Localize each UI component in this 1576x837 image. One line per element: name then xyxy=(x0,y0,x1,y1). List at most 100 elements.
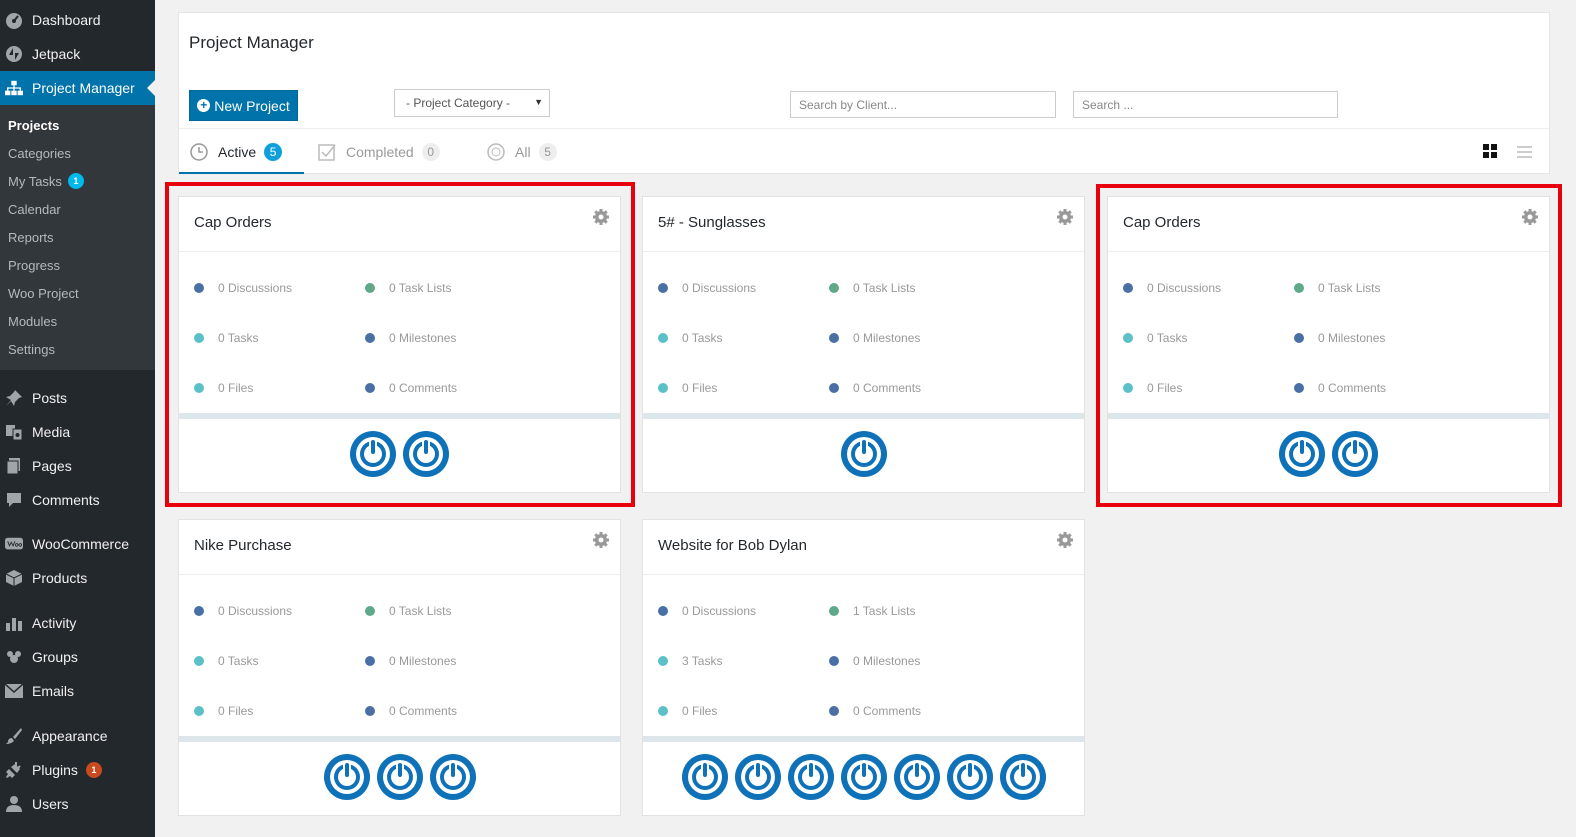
project-stat-files[interactable]: 0 Files xyxy=(194,381,253,395)
project-title[interactable]: Website for Bob Dylan xyxy=(658,537,807,554)
project-stat-files[interactable]: 0 Files xyxy=(1123,381,1182,395)
search-by-client-input[interactable]: Search by Client... xyxy=(790,91,1056,118)
tab-active[interactable]: Active 5 xyxy=(190,141,283,163)
avatar-power-icon[interactable] xyxy=(681,753,729,801)
project-title[interactable]: Nike Purchase xyxy=(194,537,292,554)
avatar-power-icon[interactable] xyxy=(1278,430,1326,478)
project-stat-discussions[interactable]: 0 Discussions xyxy=(194,604,292,618)
avatar-power-icon[interactable] xyxy=(376,753,424,801)
avatar-power-icon[interactable] xyxy=(429,753,477,801)
submenu-item-settings[interactable]: Settings xyxy=(8,335,55,363)
project-stat-milestones[interactable]: 0 Milestones xyxy=(365,654,456,668)
project-stat-comments[interactable]: 0 Comments xyxy=(365,381,457,395)
tab-completed[interactable]: Completed 0 xyxy=(318,141,440,163)
avatar-power-icon[interactable] xyxy=(323,753,371,801)
submenu-item-progress[interactable]: Progress xyxy=(8,251,60,279)
pages-icon xyxy=(5,457,23,475)
project-card[interactable]: Cap Orders 0 Discussions 0 Task Lists 0 Tas… xyxy=(178,196,621,493)
project-stat-comments[interactable]: 0 Comments xyxy=(365,704,457,718)
sidebar-item-users[interactable]: Users xyxy=(0,787,155,821)
project-stat-comments[interactable]: 0 Comments xyxy=(829,381,921,395)
project-stat-task-lists[interactable]: 0 Task Lists xyxy=(365,604,451,618)
submenu-item-woo-project[interactable]: Woo Project xyxy=(8,279,79,307)
project-stat-task-lists[interactable]: 0 Task Lists xyxy=(365,281,451,295)
project-card[interactable]: Cap Orders 0 Discussions 0 Task Lists 0 Tas… xyxy=(1107,196,1550,493)
sidebar-item-activity[interactable]: Activity xyxy=(0,606,155,640)
project-stat-tasks[interactable]: 3 Tasks xyxy=(658,654,722,668)
avatar-power-icon[interactable] xyxy=(734,753,782,801)
avatar-power-icon[interactable] xyxy=(893,753,941,801)
project-stat-files[interactable]: 0 Files xyxy=(658,704,717,718)
project-stat-tasks[interactable]: 0 Tasks xyxy=(194,331,258,345)
project-card[interactable]: 5# - Sunglasses 0 Discussions 0 Task Lists… xyxy=(642,196,1085,493)
project-stat-tasks[interactable]: 0 Tasks xyxy=(1123,331,1187,345)
project-card[interactable]: Website for Bob Dylan 0 Discussions 1 Task… xyxy=(642,519,1085,816)
search-input[interactable]: Search ... xyxy=(1073,91,1338,118)
project-stat-discussions[interactable]: 0 Discussions xyxy=(194,281,292,295)
submenu-item-projects[interactable]: Projects xyxy=(8,111,59,139)
project-stat-files[interactable]: 0 Files xyxy=(194,704,253,718)
gear-icon[interactable] xyxy=(1056,531,1074,549)
card-footer-band xyxy=(643,736,1084,742)
project-stat-tasks[interactable]: 0 Tasks xyxy=(194,654,258,668)
submenu-item-my-tasks[interactable]: My Tasks 1 xyxy=(8,167,84,195)
gear-icon[interactable] xyxy=(1521,208,1539,226)
project-stat-milestones[interactable]: 0 Milestones xyxy=(829,331,920,345)
sidebar-item-emails[interactable]: Emails xyxy=(0,674,155,708)
sidebar-item-plugins[interactable]: Plugins 1 xyxy=(0,753,155,787)
user-icon xyxy=(5,795,23,813)
sidebar-item-pages[interactable]: Pages xyxy=(0,449,155,483)
avatar-power-icon[interactable] xyxy=(840,753,888,801)
sidebar-item-jetpack[interactable]: Jetpack xyxy=(0,37,155,71)
sidebar-item-label: Posts xyxy=(32,390,68,406)
gear-icon[interactable] xyxy=(1056,208,1074,226)
sidebar-item-posts[interactable]: Posts xyxy=(0,381,155,415)
project-title[interactable]: Cap Orders xyxy=(1123,214,1201,231)
grid-view-icon[interactable] xyxy=(1483,144,1497,158)
project-stat-discussions[interactable]: 0 Discussions xyxy=(658,281,756,295)
sidebar-item-products[interactable]: Products xyxy=(0,561,155,595)
avatar-power-icon[interactable] xyxy=(840,430,888,478)
submenu-item-calendar[interactable]: Calendar xyxy=(8,195,61,223)
project-stat-comments[interactable]: 0 Comments xyxy=(829,704,921,718)
project-category-select[interactable]: - Project Category - ▼ xyxy=(394,89,550,117)
project-stat-milestones[interactable]: 0 Milestones xyxy=(829,654,920,668)
project-stat-files[interactable]: 0 Files xyxy=(658,381,717,395)
project-title[interactable]: 5# - Sunglasses xyxy=(658,214,766,231)
project-stat-tasks[interactable]: 0 Tasks xyxy=(658,331,722,345)
project-stat-milestones[interactable]: 0 Milestones xyxy=(365,331,456,345)
tab-all[interactable]: All 5 xyxy=(487,141,557,163)
sidebar-item-project-manager[interactable]: Project Manager xyxy=(0,71,155,105)
submenu-item-modules[interactable]: Modules xyxy=(8,307,57,335)
list-view-icon[interactable] xyxy=(1517,146,1532,158)
project-stat-task-lists[interactable]: 1 Task Lists xyxy=(829,604,915,618)
avatar-power-icon[interactable] xyxy=(787,753,835,801)
sidebar-item-dashboard[interactable]: Dashboard xyxy=(0,3,155,37)
avatar-power-icon[interactable] xyxy=(946,753,994,801)
sidebar-item-groups[interactable]: Groups xyxy=(0,640,155,674)
gear-icon[interactable] xyxy=(592,208,610,226)
avatar-power-icon[interactable] xyxy=(1331,430,1379,478)
project-title[interactable]: Cap Orders xyxy=(194,214,272,231)
submenu-item-categories[interactable]: Categories xyxy=(8,139,71,167)
project-stat-comments[interactable]: 0 Comments xyxy=(1294,381,1386,395)
sidebar-item-comments[interactable]: Comments xyxy=(0,483,155,517)
sidebar-item-media[interactable]: Media xyxy=(0,415,155,449)
project-stat-discussions[interactable]: 0 Discussions xyxy=(1123,281,1221,295)
my-tasks-count-badge: 1 xyxy=(67,173,84,189)
project-card[interactable]: Nike Purchase 0 Discussions 0 Task Lists 0 … xyxy=(178,519,621,816)
avatar-power-icon[interactable] xyxy=(999,753,1047,801)
project-stat-milestones[interactable]: 0 Milestones xyxy=(1294,331,1385,345)
new-project-button[interactable]: + New Project xyxy=(189,90,298,121)
sidebar-item-woocommerce[interactable]: WooCommerce xyxy=(0,527,155,561)
project-stat-discussions[interactable]: 0 Discussions xyxy=(658,604,756,618)
project-stat-task-lists[interactable]: 0 Task Lists xyxy=(829,281,915,295)
avatar-power-icon[interactable] xyxy=(349,430,397,478)
sidebar-item-appearance[interactable]: Appearance xyxy=(0,719,155,753)
card-divider xyxy=(179,574,620,575)
avatar-power-icon[interactable] xyxy=(402,430,450,478)
stat-label: 0 Tasks xyxy=(682,331,723,345)
submenu-item-reports[interactable]: Reports xyxy=(8,223,54,251)
project-stat-task-lists[interactable]: 0 Task Lists xyxy=(1294,281,1380,295)
gear-icon[interactable] xyxy=(592,531,610,549)
